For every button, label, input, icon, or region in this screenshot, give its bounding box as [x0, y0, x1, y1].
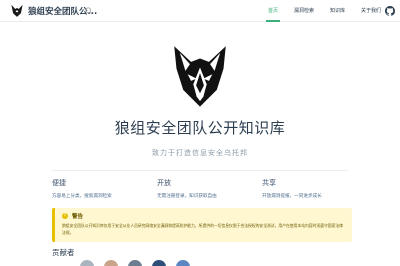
warning-header: ! 警告 [62, 212, 346, 220]
contributors-title: 贡献者 [52, 248, 75, 257]
github-icon[interactable] [385, 6, 395, 16]
warning-icon: ! [62, 213, 68, 219]
feature-open: 开放 无需注册登录，知识获取自由 [157, 178, 257, 199]
warning-box: ! 警告 狼组安全团队公开知识库仅用于安全从业人员研究网络安全漏洞和提高防护能力… [52, 208, 352, 242]
hero-description: 致力于打造信息安全乌托邦 [152, 149, 248, 157]
wolf-hero-icon [174, 46, 226, 107]
search-icon[interactable] [85, 7, 93, 15]
warning-text: 狼组安全团队公开知识库仅用于安全从业人员研究网络安全漏洞和提高防护能力，所提供的… [62, 223, 343, 235]
avatar[interactable] [176, 260, 190, 266]
nav-item-home[interactable]: 首页 [265, 0, 281, 22]
hero-title: 狼组安全团队公开知识库 [114, 119, 286, 137]
feature-text: 开放漏洞提报，一同进步成长 [262, 194, 322, 199]
feature-title: 开放 [157, 179, 171, 187]
warning-title: 警告 [72, 214, 84, 220]
top-navbar: 狼组安全团队公... 首页 漏洞检索 知识库 关于我们 [0, 0, 400, 22]
feature-title: 便捷 [52, 179, 66, 187]
nav-item-knowledge-base[interactable]: 知识库 [330, 0, 345, 22]
avatar[interactable] [80, 260, 94, 266]
nav-links: 首页 漏洞检索 知识库 关于我们 [265, 0, 397, 22]
feature-convenient: 便捷 方容易上分类，搜索漏洞检索 [52, 178, 152, 199]
feature-text: 方容易上分类，搜索漏洞检索 [52, 194, 112, 199]
wolf-logo-icon[interactable] [10, 4, 24, 18]
contributors-avatars [80, 260, 200, 266]
avatar[interactable] [128, 260, 142, 266]
feature-text: 无需注册登录，知识获取自由 [157, 194, 217, 199]
feature-share: 共享 开放漏洞提报，一同进步成长 [262, 178, 362, 199]
avatar[interactable] [104, 260, 118, 266]
nav-item-about-us[interactable]: 关于我们 [361, 0, 381, 22]
feature-title: 共享 [262, 179, 276, 187]
avatar[interactable] [152, 260, 166, 266]
nav-item-vuln-search[interactable]: 漏洞检索 [294, 0, 314, 22]
hero-divider [52, 170, 348, 171]
